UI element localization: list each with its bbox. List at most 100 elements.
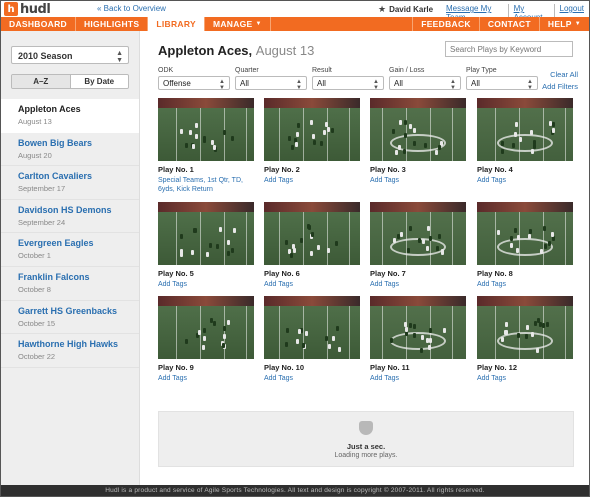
add-tags-link[interactable]: Add Tags bbox=[370, 374, 466, 383]
hudl-logo[interactable]: h hudl bbox=[4, 2, 51, 17]
season-select[interactable]: 2010 Season ▲ ▼ bbox=[11, 46, 129, 64]
player-marker bbox=[429, 236, 433, 242]
filter-label: Quarter bbox=[235, 67, 259, 74]
filter-gain-loss-select[interactable]: All ▲ ▼ bbox=[389, 76, 461, 91]
player-marker bbox=[227, 250, 231, 256]
nav-dashboard[interactable]: DASHBOARD bbox=[1, 17, 76, 31]
play-tags-link[interactable]: Special Teams, 1st Qtr, TD, 6yds, Kick R… bbox=[158, 176, 254, 194]
player-marker bbox=[221, 343, 225, 349]
player-marker bbox=[422, 239, 426, 245]
sort-by-date-button[interactable]: By Date bbox=[70, 75, 128, 88]
filter-value: Offense bbox=[163, 79, 191, 88]
play-thumbnail[interactable] bbox=[264, 296, 360, 359]
play-name: Play No. 7 bbox=[370, 269, 406, 278]
player-marker bbox=[514, 132, 518, 138]
sort-a-z-button[interactable]: A–Z bbox=[12, 75, 71, 88]
play-thumbnail[interactable] bbox=[158, 98, 254, 161]
play-card: Play No. 11 Add Tags bbox=[370, 296, 466, 383]
add-tags-link[interactable]: Add Tags bbox=[477, 176, 573, 185]
add-tags-link[interactable]: Add Tags bbox=[158, 374, 254, 383]
nav-manage[interactable]: MANAGE ▼ bbox=[205, 17, 271, 31]
player-marker bbox=[515, 121, 519, 127]
player-marker bbox=[320, 140, 324, 146]
thumbnail-field bbox=[158, 212, 254, 265]
add-tags-link[interactable]: Add Tags bbox=[477, 374, 573, 383]
play-thumbnail[interactable] bbox=[264, 98, 360, 161]
play-thumbnail[interactable] bbox=[370, 98, 466, 161]
play-name: Play No. 2 bbox=[264, 165, 300, 174]
nav-contact[interactable]: CONTACT bbox=[478, 17, 539, 31]
nav-highlights[interactable]: HIGHLIGHTS bbox=[76, 17, 149, 31]
filter-play-type-select[interactable]: All ▲ ▼ bbox=[466, 76, 538, 91]
game-item[interactable]: Bowen Big Bears August 20 bbox=[1, 133, 139, 167]
play-thumbnail[interactable] bbox=[477, 98, 573, 161]
add-tags-link[interactable]: Add Tags bbox=[264, 374, 360, 383]
player-marker bbox=[218, 227, 222, 233]
nav-manage-label: MANAGE bbox=[212, 19, 253, 29]
game-item[interactable]: Appleton Aces August 13 bbox=[1, 99, 139, 133]
play-thumbnail[interactable] bbox=[370, 296, 466, 359]
play-thumbnail[interactable] bbox=[477, 202, 573, 265]
player-marker bbox=[284, 341, 288, 347]
game-item[interactable]: Evergreen Eagles October 1 bbox=[1, 233, 139, 267]
add-filters-link[interactable]: Add Filters bbox=[542, 81, 578, 93]
nav-library[interactable]: LIBRARY bbox=[148, 17, 205, 31]
player-marker bbox=[526, 324, 530, 330]
play-card: Play No. 12 Add Tags bbox=[477, 296, 573, 383]
player-marker bbox=[413, 127, 417, 133]
player-marker bbox=[216, 244, 220, 250]
back-to-overview-link[interactable]: « Back to Overview bbox=[97, 4, 166, 13]
player-marker bbox=[327, 344, 331, 350]
game-name: Appleton Aces bbox=[18, 104, 81, 114]
add-tags-link[interactable]: Add Tags bbox=[158, 280, 254, 289]
play-thumbnail[interactable] bbox=[264, 202, 360, 265]
field-logo bbox=[390, 332, 446, 350]
player-marker bbox=[435, 149, 439, 155]
player-marker bbox=[179, 234, 183, 240]
filter-label: Result bbox=[312, 67, 332, 74]
player-marker bbox=[292, 243, 296, 249]
play-name: Play No. 11 bbox=[370, 363, 410, 372]
footer-copyright: Hudl is a product and service of Agile S… bbox=[1, 485, 589, 496]
filter-result-select[interactable]: All ▲ ▼ bbox=[312, 76, 384, 91]
play-thumbnail[interactable] bbox=[477, 296, 573, 359]
add-tags-link[interactable]: Add Tags bbox=[477, 280, 573, 289]
player-marker bbox=[191, 249, 195, 255]
player-marker bbox=[212, 145, 216, 151]
player-marker bbox=[528, 233, 532, 239]
player-marker bbox=[509, 236, 513, 242]
hudl-logo-icon: h bbox=[4, 2, 18, 16]
clear-all-link[interactable]: Clear All bbox=[542, 69, 578, 81]
play-thumbnail[interactable] bbox=[158, 202, 254, 265]
player-marker bbox=[516, 333, 520, 339]
play-thumbnail[interactable] bbox=[158, 296, 254, 359]
nav-feedback[interactable]: FEEDBACK bbox=[412, 17, 479, 31]
player-marker bbox=[325, 335, 329, 341]
game-item[interactable]: Garrett HS Greenbacks October 15 bbox=[1, 301, 139, 335]
yard-line bbox=[565, 212, 566, 265]
game-item[interactable]: Hawthorne High Hawks October 22 bbox=[1, 334, 139, 368]
play-thumbnail[interactable] bbox=[370, 202, 466, 265]
add-tags-link[interactable]: Add Tags bbox=[264, 280, 360, 289]
game-item[interactable]: Carlton Cavaliers September 17 bbox=[1, 166, 139, 200]
player-marker bbox=[405, 326, 409, 332]
player-marker bbox=[406, 248, 410, 254]
game-item[interactable]: Davidson HS Demons September 24 bbox=[1, 200, 139, 234]
search-plays-input[interactable] bbox=[445, 41, 573, 57]
nav-help[interactable]: HELP ▼ bbox=[538, 17, 589, 31]
game-item[interactable]: Franklin Falcons October 8 bbox=[1, 267, 139, 301]
player-marker bbox=[404, 331, 408, 337]
filter-odk-select[interactable]: Offense ▲ ▼ bbox=[158, 76, 230, 91]
player-marker bbox=[331, 128, 335, 134]
add-tags-link[interactable]: Add Tags bbox=[370, 176, 466, 185]
filter-links: Clear All Add Filters bbox=[542, 69, 578, 93]
player-marker bbox=[205, 251, 209, 257]
add-tags-link[interactable]: Add Tags bbox=[264, 176, 360, 185]
player-marker bbox=[335, 325, 339, 331]
add-tags-link[interactable]: Add Tags bbox=[370, 280, 466, 289]
player-marker bbox=[403, 120, 407, 126]
player-marker bbox=[203, 328, 207, 333]
player-marker bbox=[504, 329, 508, 335]
player-marker bbox=[548, 120, 552, 126]
filter-quarter-select[interactable]: All ▲ ▼ bbox=[235, 76, 307, 91]
